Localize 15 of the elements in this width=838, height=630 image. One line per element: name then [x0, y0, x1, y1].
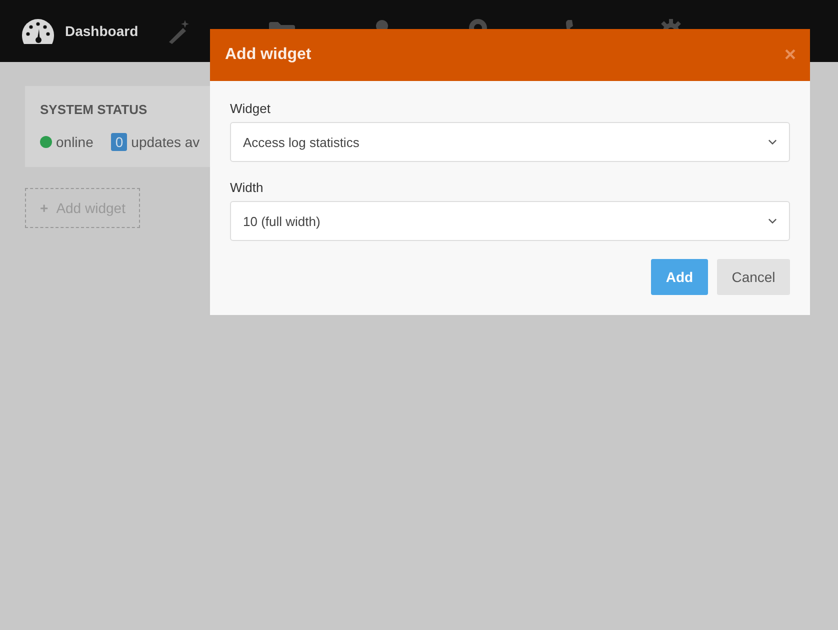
updates-count: 0: [111, 133, 128, 151]
updates-text: updates av: [131, 134, 200, 150]
speedometer-icon: [20, 17, 56, 45]
status-dot: [40, 136, 52, 148]
field-label: Width: [230, 180, 264, 195]
card-title: SYSTEM STATUS: [40, 102, 148, 117]
select-field[interactable]: Access log statistics: [230, 122, 790, 162]
cancel-button[interactable]: Cancel: [717, 259, 790, 295]
status-text: online: [56, 134, 94, 150]
field-label: Widget: [230, 101, 272, 116]
chevron-down-icon: [768, 139, 777, 145]
select-field[interactable]: 10 (full width): [230, 201, 790, 241]
dashboard-link[interactable]: Dashboard: [65, 23, 138, 39]
dialog-title: Add widget: [225, 46, 312, 64]
chevron-down-icon: [768, 218, 777, 224]
